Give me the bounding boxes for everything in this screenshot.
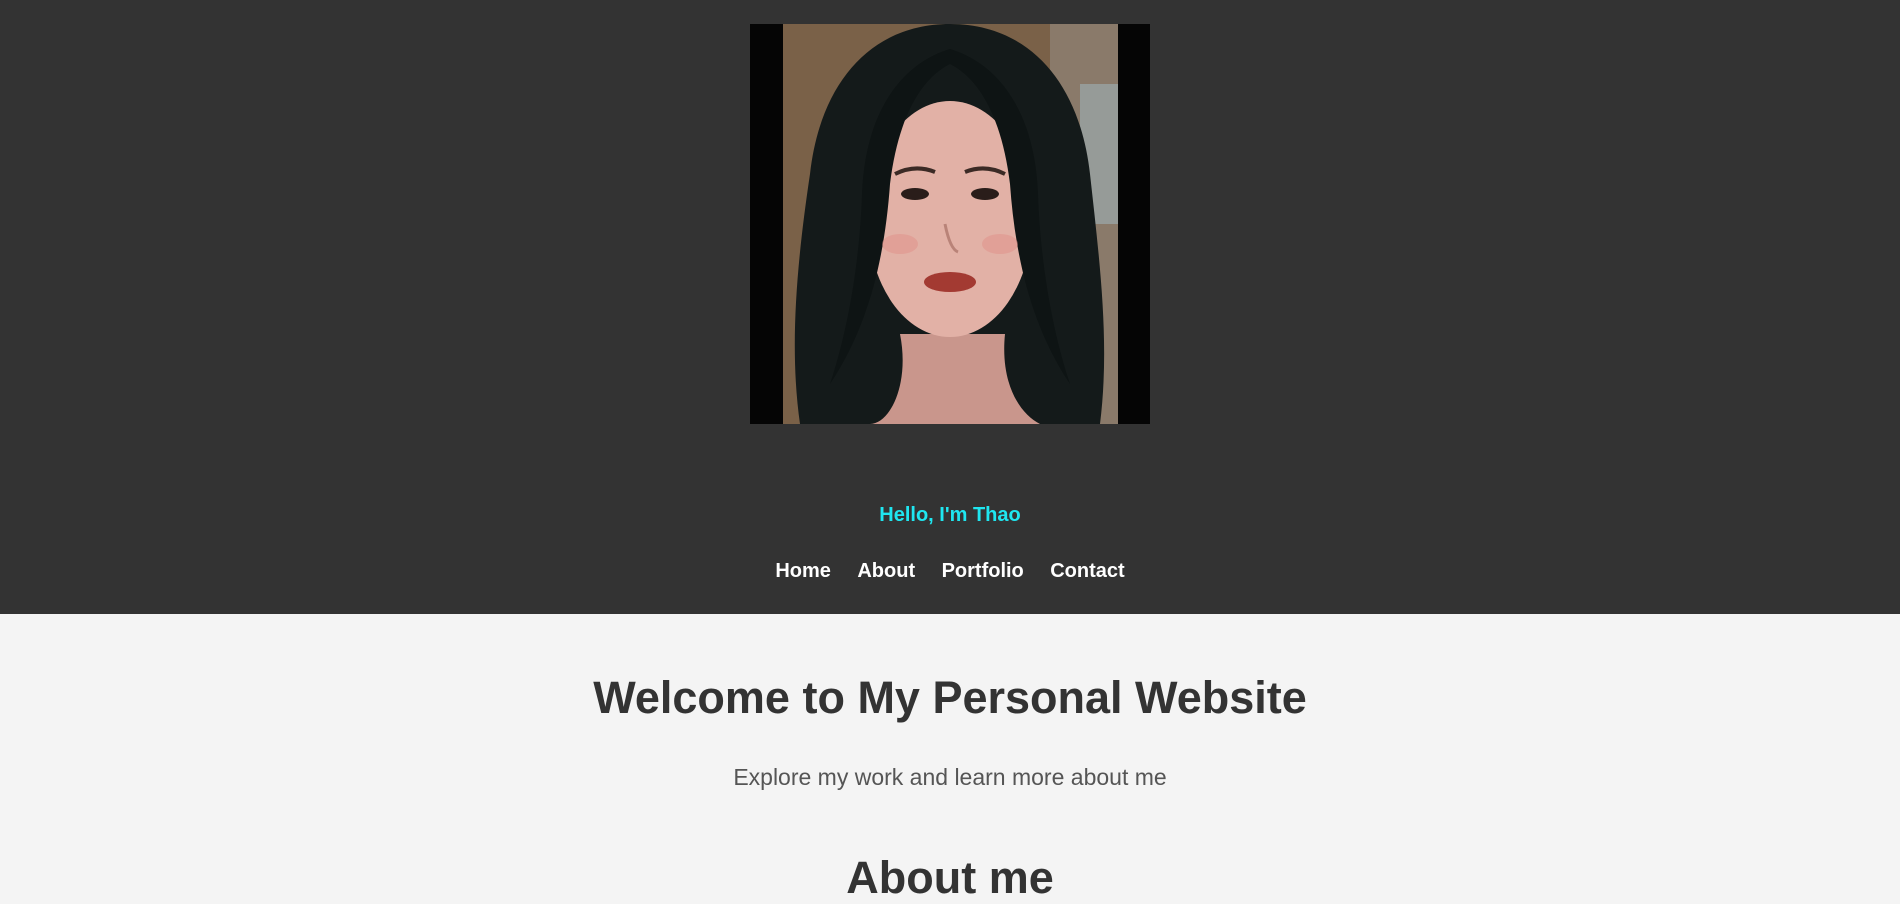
tagline-text: Explore my work and learn more about me [733, 764, 1167, 790]
about-heading: About me [846, 852, 1054, 903]
welcome-title: Welcome to My Personal Website [593, 672, 1307, 723]
